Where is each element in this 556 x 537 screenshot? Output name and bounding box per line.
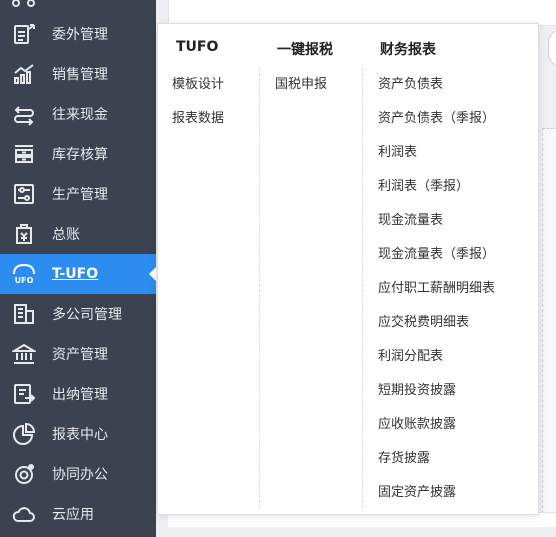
sidebar-item-label: 往来现金 [52,107,108,123]
exchange-arrows-icon [11,101,37,127]
sidebar: 委外管理 销售管理 往来现金 库存核算 生产管理 总账 UFO T-UFO 多公… [0,0,156,537]
menu-item-profit-distribution[interactable]: 利润分配表 [378,345,443,364]
sidebar-item-label: T-UFO [52,266,99,282]
sidebar-item-assets[interactable]: 资产管理 [0,334,156,374]
cloud-icon [11,501,37,527]
menu-item-cash-flow[interactable]: 现金流量表 [378,209,443,228]
production-icon [11,181,37,207]
sidebar-item-label: 资产管理 [52,347,108,363]
column-divider [259,68,260,508]
sidebar-item-cash[interactable]: 往来现金 [0,94,156,134]
sidebar-item-collaboration[interactable]: 协同办公 [0,454,156,494]
content-frame [542,128,556,513]
sidebar-item-label: 多公司管理 [52,307,122,323]
menu-item-balance-sheet-quarterly[interactable]: 资产负债表（季报） [378,107,495,126]
sidebar-item-label: 库存核算 [52,147,108,163]
column-title-financial-reports: 财务报表 [380,42,436,58]
sidebar-item-label: 报表中心 [52,427,108,443]
sidebar-item-label: 生产管理 [52,187,108,203]
menu-item-short-term-investment[interactable]: 短期投资披露 [378,379,456,398]
column-title-tufo: TUFO [176,39,219,55]
sidebar-item-cashier[interactable]: 出纳管理 [0,374,156,414]
sidebar-item-outsource[interactable]: 委外管理 [0,14,156,54]
bank-icon [11,341,37,367]
round-button[interactable] [548,30,556,66]
sidebar-item-multi-company[interactable]: 多公司管理 [0,294,156,334]
sidebar-item-label: 销售管理 [52,67,108,83]
building-icon [11,301,37,327]
tufo-dropdown-menu: TUFO 一键报税 财务报表 模板设计 报表数据 国税申报 资产负债表 资产负债… [157,23,539,515]
collaboration-icon [11,461,37,487]
ufo-icon: UFO [11,261,37,287]
sidebar-item-production[interactable]: 生产管理 [0,174,156,214]
inventory-icon [11,141,37,167]
column-divider [362,68,363,508]
sidebar-item-inventory[interactable]: 库存核算 [0,134,156,174]
partial-icon [11,0,37,7]
sidebar-item-label: 委外管理 [52,27,108,43]
menu-item-tax-payable-detail[interactable]: 应交税费明细表 [378,311,469,330]
sidebar-item-tufo[interactable]: UFO T-UFO [0,254,156,294]
menu-item-receivables[interactable]: 应收账款披露 [378,413,456,432]
sidebar-item-label: 协同办公 [52,467,108,483]
sidebar-item-label: 出纳管理 [52,387,108,403]
menu-item-fixed-assets[interactable]: 固定资产披露 [378,481,456,500]
column-title-tax: 一键报税 [277,42,333,58]
svg-text:UFO: UFO [15,276,34,285]
menu-item-payroll-detail[interactable]: 应付职工薪酬明细表 [378,277,495,296]
menu-item-income-statement-quarterly[interactable]: 利润表（季报） [378,175,469,194]
sidebar-item-cloud[interactable]: 云应用 [0,494,156,534]
sidebar-item-label: 云应用 [52,507,94,523]
pie-chart-icon [11,421,37,447]
menu-item-balance-sheet[interactable]: 资产负债表 [378,73,443,92]
outsource-icon [11,21,37,47]
cashier-icon [11,381,37,407]
menu-item-inventory-disclosure[interactable]: 存货披露 [378,447,430,466]
menu-item-template-design[interactable]: 模板设计 [172,73,224,92]
ledger-icon [11,221,37,247]
menu-item-national-tax[interactable]: 国税申报 [275,73,327,92]
sidebar-item-report-center[interactable]: 报表中心 [0,414,156,454]
menu-item-income-statement[interactable]: 利润表 [378,141,417,160]
sales-chart-icon [11,61,37,87]
menu-item-report-data[interactable]: 报表数据 [172,107,224,126]
sidebar-item-sales[interactable]: 销售管理 [0,54,156,94]
menu-item-cash-flow-quarterly[interactable]: 现金流量表（季报） [378,243,495,262]
sidebar-item-label: 总账 [52,227,80,243]
sidebar-item-ledger[interactable]: 总账 [0,214,156,254]
